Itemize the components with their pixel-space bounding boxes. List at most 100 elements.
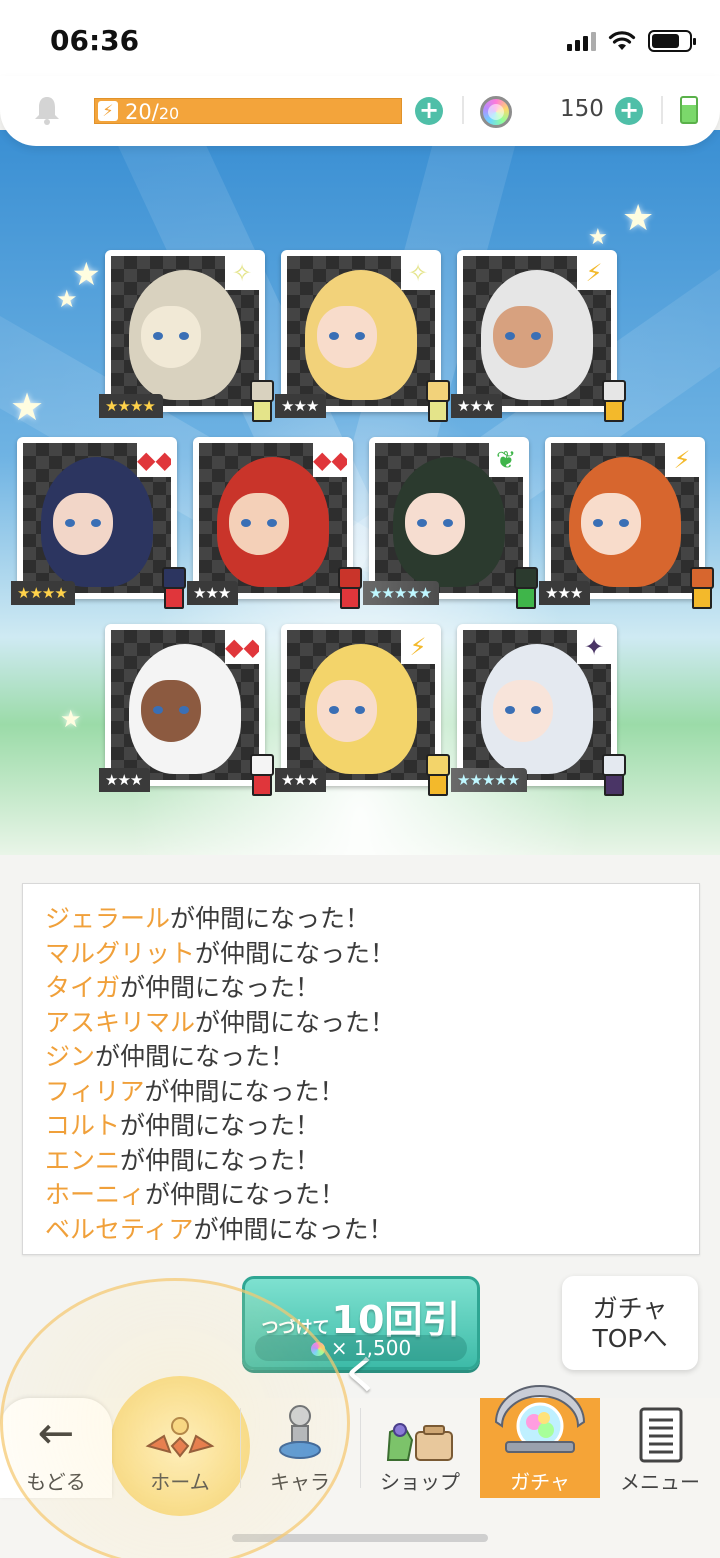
- character-face: [53, 493, 113, 555]
- character-name: ジェラール: [45, 904, 171, 933]
- character-card[interactable]: ⚡ ★★★: [451, 250, 626, 422]
- character-art: ❦: [375, 443, 523, 593]
- character-eye: [531, 706, 541, 714]
- pixel-sprite-icon: [593, 378, 635, 426]
- character-name: マルグリット: [45, 938, 196, 968]
- character-name: エンニ: [45, 1145, 121, 1175]
- home-indicator[interactable]: [232, 1534, 488, 1542]
- character-eye: [531, 332, 541, 340]
- stamina-separator: /: [151, 100, 159, 124]
- character-eye: [443, 519, 453, 527]
- attribute-icon: ◆◆: [313, 443, 347, 477]
- character-art: ⚡: [551, 443, 699, 593]
- result-message: が仲間になった！: [170, 904, 371, 933]
- attribute-icon: ⚡: [577, 256, 611, 290]
- gacha-icon: [494, 1385, 586, 1453]
- home-icon: [145, 1417, 215, 1458]
- lightning-icon: ⚡: [98, 101, 118, 121]
- character-eye: [65, 519, 75, 527]
- character-card[interactable]: ✦ ★★★★★: [451, 624, 626, 796]
- result-message: が仲間になった！: [120, 973, 321, 1002]
- character-card[interactable]: ✧ ★★★★: [99, 250, 274, 422]
- result-line: フィリアが仲間になった！: [45, 1075, 679, 1110]
- gacha-top-label-1: ガチャ: [592, 1294, 668, 1323]
- battery-icon: [648, 30, 696, 52]
- nav-shop[interactable]: ショップ: [360, 1398, 480, 1498]
- character-icon: [279, 1405, 321, 1459]
- sprite-head: [426, 754, 450, 776]
- character-art: ✧: [111, 256, 259, 406]
- battery-item-icon[interactable]: [680, 96, 698, 124]
- sprite-body: [516, 587, 536, 609]
- star-decoration: ★: [60, 705, 82, 733]
- sprite-head: [602, 380, 626, 402]
- bell-icon[interactable]: [32, 94, 62, 126]
- character-face: [317, 306, 377, 368]
- sprite-body: [428, 400, 448, 422]
- character-art: ◆◆: [199, 443, 347, 593]
- character-card[interactable]: ◆◆ ★★★: [99, 624, 274, 796]
- attribute-icon: ❦: [489, 443, 523, 477]
- character-card[interactable]: ⚡ ★★★: [539, 437, 714, 609]
- rarity-stars: ★★★: [451, 394, 503, 418]
- nav-menu[interactable]: メニュー: [600, 1398, 720, 1498]
- character-card[interactable]: ◆◆ ★★★: [187, 437, 362, 609]
- character-art: ✧: [287, 256, 435, 406]
- add-gems-button[interactable]: +: [615, 97, 643, 125]
- character-eye: [619, 519, 629, 527]
- character-face: [581, 493, 641, 555]
- nav-home[interactable]: ホーム: [120, 1398, 240, 1498]
- result-log[interactable]: ジェラールが仲間になった！ マルグリットが仲間になった！ タイガが仲間になった！ アス…: [22, 883, 700, 1255]
- result-message: が仲間になった！: [144, 1076, 345, 1106]
- character-card[interactable]: ✧ ★★★: [275, 250, 450, 422]
- character-face: [493, 680, 553, 742]
- sprite-body: [428, 774, 448, 796]
- sprite-body: [692, 587, 712, 609]
- character-eye: [329, 332, 339, 340]
- attribute-icon: ◆◆: [137, 443, 171, 477]
- gacha-top-button[interactable]: ガチャ TOPへ: [562, 1276, 698, 1370]
- gem-count: 150: [560, 96, 604, 122]
- result-line: ベルセティアが仲間になった！: [45, 1213, 679, 1248]
- character-face: [317, 680, 377, 742]
- sprite-head: [602, 754, 626, 776]
- menu-icon: [639, 1407, 683, 1463]
- nav-chara[interactable]: キャラ: [240, 1398, 360, 1498]
- result-line: ホーニィが仲間になった！: [45, 1178, 679, 1213]
- stamina-current: 20: [125, 100, 152, 124]
- result-message: が仲間になった！: [193, 1214, 394, 1244]
- character-eye: [593, 519, 603, 527]
- gacha-top-label-2: TOPへ: [592, 1324, 668, 1353]
- result-line: コルトが仲間になった！: [45, 1109, 679, 1144]
- character-eye: [179, 332, 189, 340]
- sprite-body: [252, 400, 272, 422]
- nav-home-label: ホーム: [150, 1470, 210, 1494]
- character-eye: [505, 332, 515, 340]
- character-card[interactable]: ◆◆ ★★★★: [11, 437, 186, 609]
- rarity-stars: ★★★: [275, 394, 327, 418]
- add-stamina-button[interactable]: +: [415, 97, 443, 125]
- character-eye: [355, 332, 365, 340]
- nav-back-label: もどる: [26, 1470, 86, 1494]
- result-message: が仲間になった！: [145, 1180, 346, 1209]
- sprite-body: [340, 587, 360, 609]
- attribute-icon: ✧: [225, 256, 259, 290]
- rarity-stars: ★★★★: [11, 581, 75, 605]
- sprite-body: [252, 774, 272, 796]
- draw-10-button[interactable]: つづけて10回引く × 1,500: [242, 1276, 480, 1397]
- character-name: ベルセティア: [45, 1214, 194, 1244]
- character-name: フィリア: [45, 1076, 145, 1106]
- nav-gacha[interactable]: ガチャ: [480, 1385, 600, 1498]
- pixel-sprite-icon: [681, 565, 720, 613]
- rarity-stars: ★★★★★: [451, 768, 528, 792]
- nav-back[interactable]: ← もどる: [0, 1398, 112, 1498]
- character-card[interactable]: ❦ ★★★★★: [363, 437, 538, 609]
- character-card[interactable]: ⚡ ★★★: [275, 624, 450, 796]
- result-line: タイガが仲間になった！: [45, 971, 679, 1006]
- gem-icon: [480, 96, 512, 128]
- character-eye: [355, 706, 365, 714]
- attribute-icon: ⚡: [665, 443, 699, 477]
- rarity-stars: ★★★: [539, 581, 591, 605]
- result-line: ジェラールが仲間になった！: [45, 902, 679, 937]
- character-eye: [329, 706, 339, 714]
